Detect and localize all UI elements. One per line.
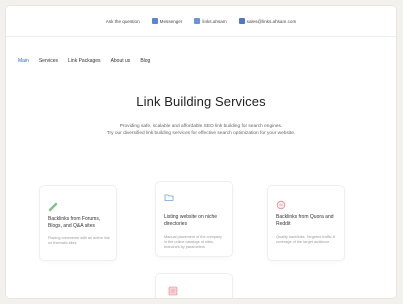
chat-icon bbox=[194, 18, 201, 24]
messenger-icon bbox=[151, 18, 158, 24]
chat-bubble-icon bbox=[276, 200, 286, 210]
email-link[interactable]: sales@links.ahsam.com bbox=[238, 18, 297, 24]
page-title: Link Building Services bbox=[136, 94, 266, 109]
card-description: Placing comments with an active link on … bbox=[48, 236, 110, 245]
subtitle-line-2: Try our diversified link building servic… bbox=[106, 131, 296, 136]
subtitle-line-1: Providing safe, scalable and affordable … bbox=[119, 124, 283, 129]
page-subtitle: Providing safe, scalable and affordable … bbox=[6, 123, 396, 137]
card-title: Listing website on niche directories bbox=[164, 214, 218, 227]
card-title: Backlinks from Forums, Blogs, and Q&A si… bbox=[48, 216, 101, 229]
service-card-directories[interactable]: Listing website on niche directories Man… bbox=[156, 182, 232, 256]
service-card-forums[interactable]: Backlinks from Forums, Blogs, and Q&A si… bbox=[40, 186, 116, 260]
folder-icon bbox=[164, 194, 174, 201]
main-nav: Main Services Link Packages About us Blo… bbox=[18, 58, 150, 64]
service-card-partial[interactable] bbox=[156, 274, 232, 298]
links-ahsam-link[interactable]: links.ahsam bbox=[194, 18, 227, 24]
page-frame: Ask the question Messenger links.ahsam s… bbox=[6, 6, 396, 298]
ask-question-link[interactable]: Ask the question bbox=[106, 19, 140, 24]
messenger-label: Messenger bbox=[159, 18, 183, 24]
nav-item-link-packages[interactable]: Link Packages bbox=[68, 58, 101, 64]
email-label: sales@links.ahsam.com bbox=[246, 18, 297, 24]
nav-item-services[interactable]: Services bbox=[39, 58, 58, 64]
messenger-link[interactable]: Messenger bbox=[151, 18, 183, 24]
ask-question-label: Ask the question bbox=[105, 18, 140, 24]
card-title: Backlinks from Quora and Reddit bbox=[276, 214, 334, 227]
links-ahsam-label: links.ahsam bbox=[202, 18, 227, 24]
card-description: Manual placement of the company in the o… bbox=[164, 235, 223, 249]
service-card-quora-reddit[interactable]: Backlinks from Quora and Reddit Quality … bbox=[268, 186, 344, 260]
nav-item-about-us[interactable]: About us bbox=[111, 58, 131, 64]
link-icon bbox=[48, 202, 58, 212]
top-contact-bar: Ask the question Messenger links.ahsam s… bbox=[6, 6, 396, 37]
nav-item-main[interactable]: Main bbox=[18, 58, 29, 64]
card-description: Quality backlinks. Targeted traffic & co… bbox=[276, 235, 336, 244]
nav-item-blog[interactable]: Blog bbox=[140, 58, 150, 64]
mail-icon bbox=[238, 18, 245, 24]
grid-icon bbox=[168, 286, 178, 296]
